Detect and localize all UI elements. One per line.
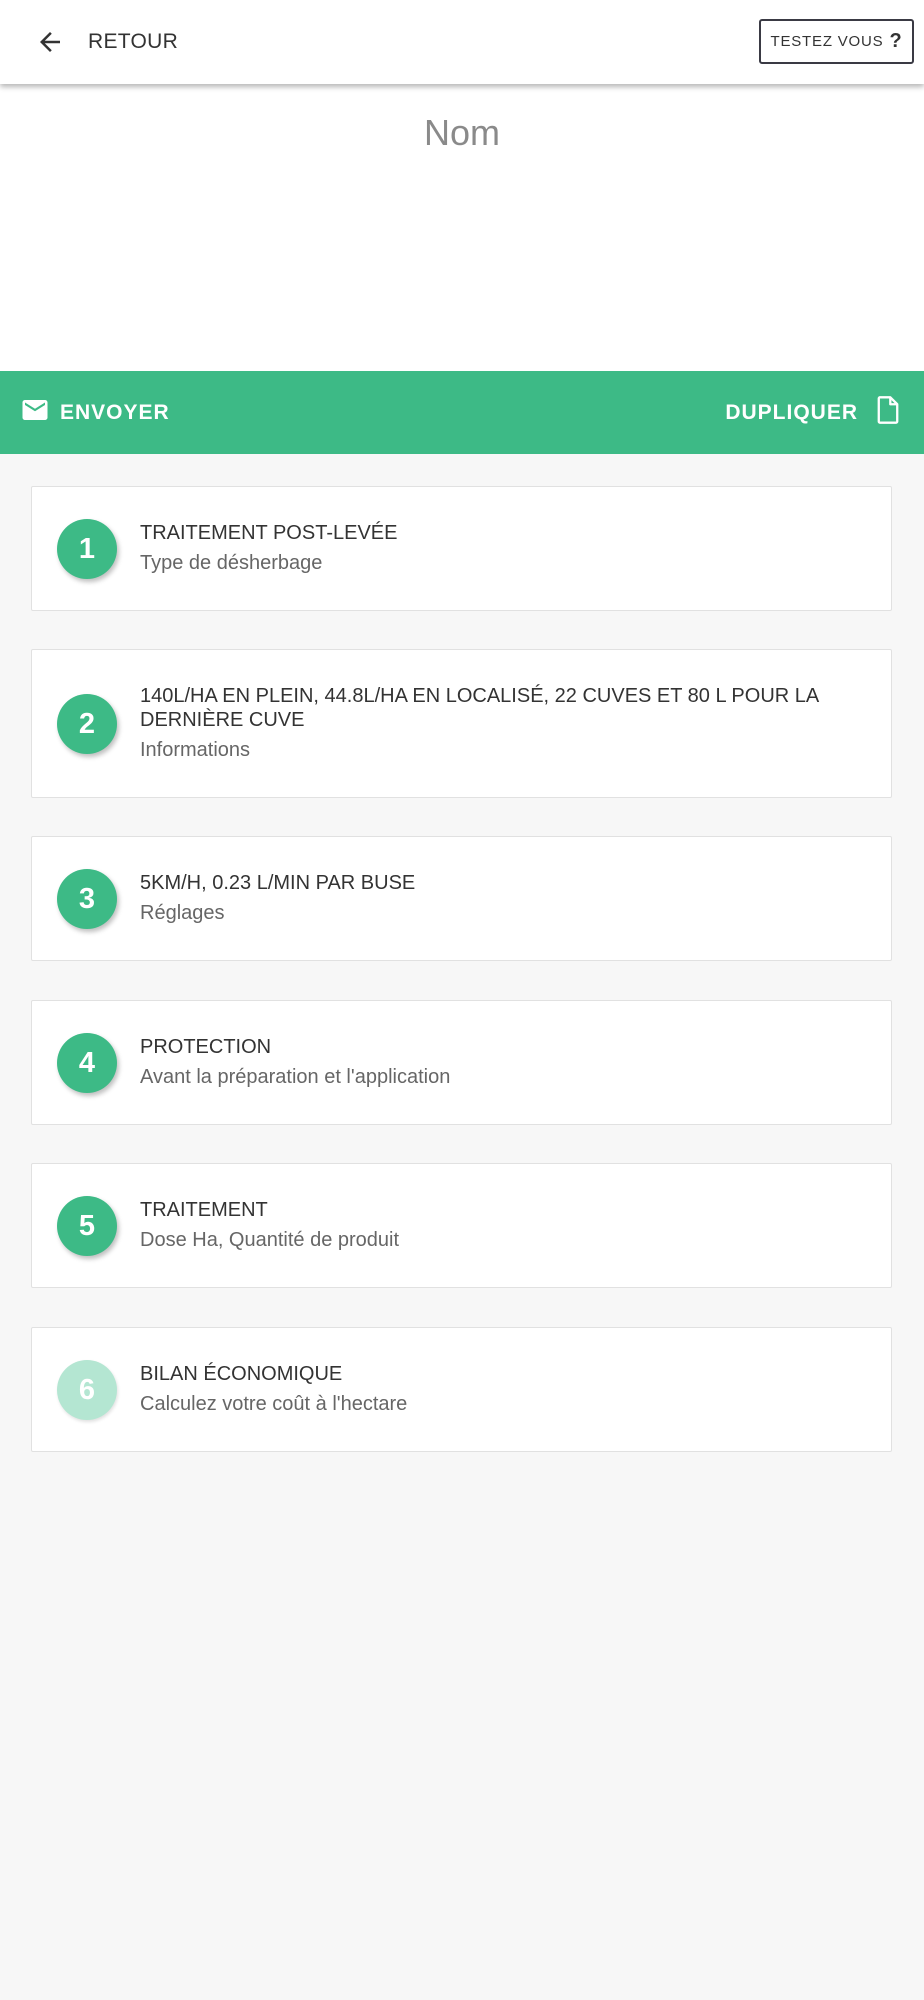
step-text: TRAITEMENT POST-LEVÉE Type de désherbage (140, 521, 861, 575)
step-card-1[interactable]: 1 TRAITEMENT POST-LEVÉE Type de désherba… (31, 486, 892, 611)
send-button[interactable]: ENVOYER (20, 371, 170, 454)
test-yourself-button[interactable]: TESTEZ VOUS ? (759, 19, 914, 64)
step-subtitle: Type de désherbage (140, 552, 323, 574)
send-label: ENVOYER (60, 400, 170, 424)
step-number-3: 3 (57, 869, 117, 929)
step-title: 5KM/H, 0.23 L/MIN PAR BUSE (140, 872, 416, 894)
test-yourself-label: TESTEZ VOUS (770, 33, 884, 50)
duplicate-button[interactable]: DUPLIQUER (725, 371, 902, 454)
question-mark: ? (889, 30, 903, 52)
step-text: TRAITEMENT Dose Ha, Quantité de produit (140, 1198, 861, 1252)
step-subtitle: Dose Ha, Quantité de produit (140, 1229, 400, 1251)
step-text: PROTECTION Avant la préparation et l'app… (140, 1035, 861, 1089)
step-subtitle: Réglages (140, 902, 225, 924)
back-label: RETOUR (88, 30, 179, 53)
step-subtitle: Avant la préparation et l'application (140, 1066, 451, 1088)
step-number-2: 2 (57, 694, 117, 754)
mail-icon (20, 395, 50, 430)
step-subtitle: Informations (140, 739, 251, 761)
step-card-2[interactable]: 2 140L/HA EN PLEIN, 44.8L/HA EN LOCALISÉ… (31, 649, 892, 798)
step-title: TRAITEMENT POST-LEVÉE (140, 522, 398, 544)
page-title: Nom (423, 112, 500, 153)
back-button[interactable]: RETOUR (26, 18, 178, 66)
step-text: 5KM/H, 0.23 L/MIN PAR BUSE Réglages (140, 871, 861, 925)
step-card-4[interactable]: 4 PROTECTION Avant la préparation et l'a… (31, 1000, 892, 1125)
step-number-5: 5 (57, 1196, 117, 1256)
step-card-6[interactable]: 6 BILAN ÉCONOMIQUE Calculez votre coût à… (31, 1327, 892, 1452)
action-bar: ENVOYER DUPLIQUER (0, 371, 924, 454)
step-title: TRAITEMENT (140, 1199, 268, 1221)
step-card-3[interactable]: 3 5KM/H, 0.23 L/MIN PAR BUSE Réglages (31, 836, 892, 961)
step-title: BILAN ÉCONOMIQUE (140, 1363, 343, 1385)
step-number-4: 4 (57, 1033, 117, 1093)
document-icon (874, 395, 902, 430)
arrow-left-icon (26, 18, 74, 66)
step-title: 140L/HA EN PLEIN, 44.8L/HA EN LOCALISÉ, … (140, 685, 819, 731)
step-text: 140L/HA EN PLEIN, 44.8L/HA EN LOCALISÉ, … (140, 684, 861, 762)
step-card-5[interactable]: 5 TRAITEMENT Dose Ha, Quantité de produi… (31, 1163, 892, 1288)
step-text: BILAN ÉCONOMIQUE Calculez votre coût à l… (140, 1362, 861, 1416)
top-app-bar: RETOUR TESTEZ VOUS ? (0, 0, 924, 84)
step-title: PROTECTION (140, 1036, 272, 1058)
step-number-6: 6 (57, 1360, 117, 1420)
step-subtitle: Calculez votre coût à l'hectare (140, 1393, 408, 1415)
step-number-1: 1 (57, 519, 117, 579)
duplicate-label: DUPLIQUER (725, 400, 858, 424)
